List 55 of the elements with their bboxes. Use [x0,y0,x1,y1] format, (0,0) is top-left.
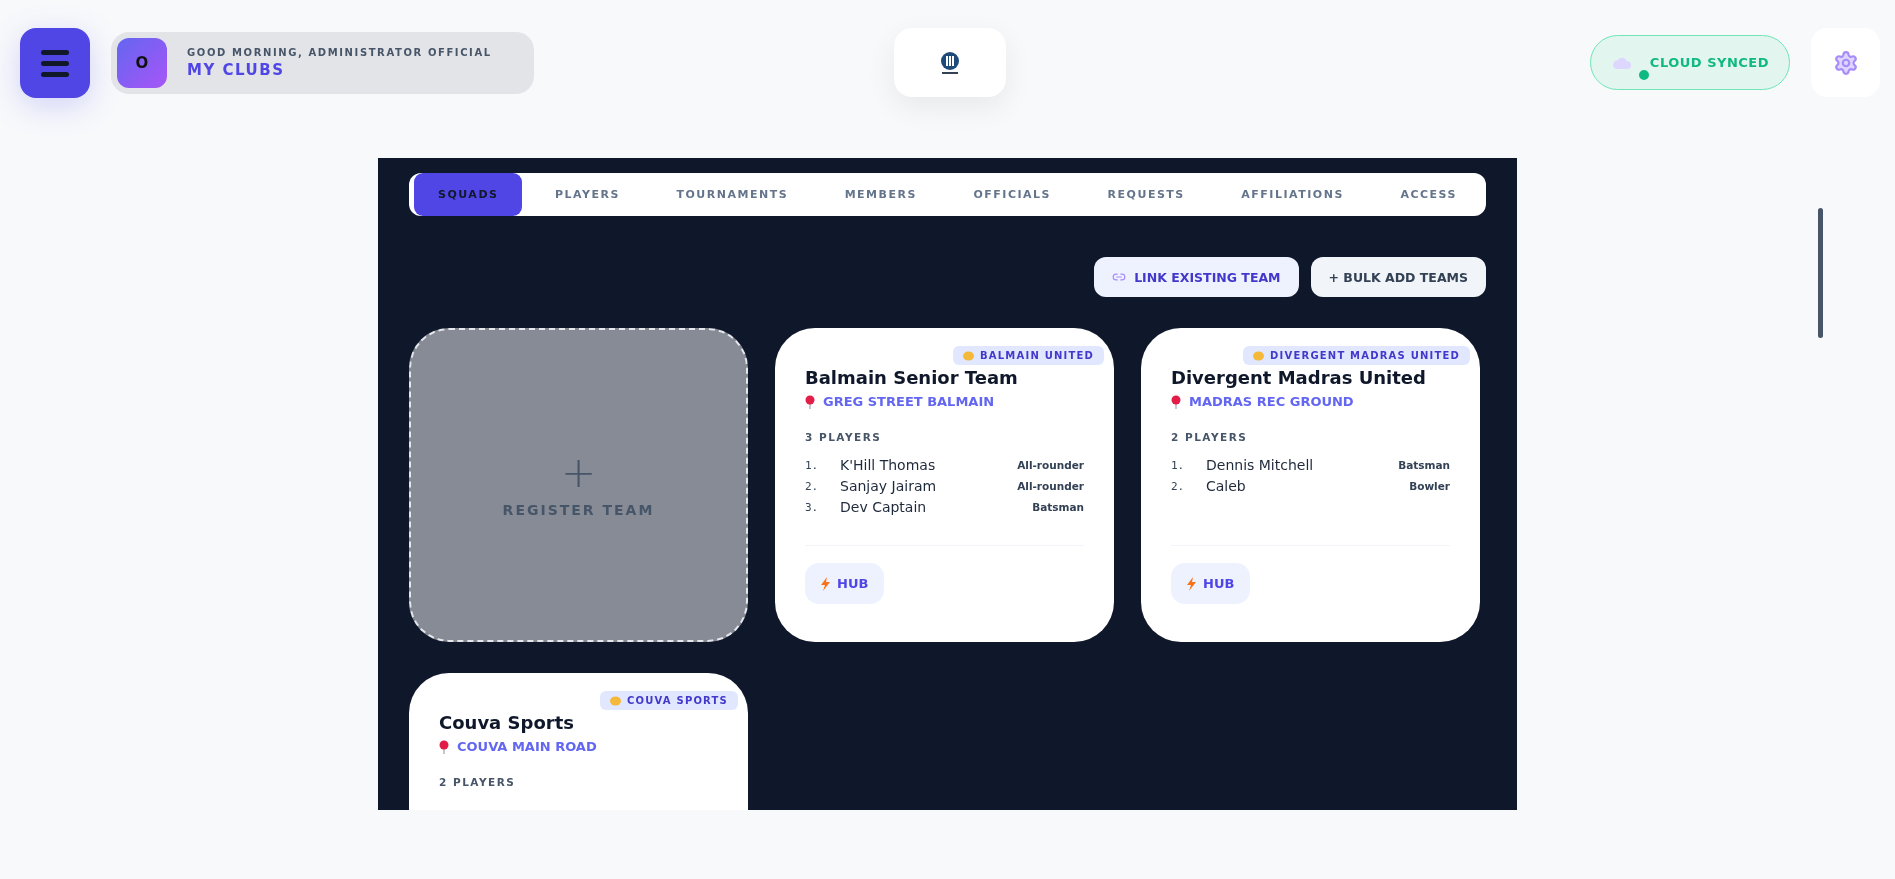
player-role: All-rounder [1017,480,1084,492]
player-count: 2 PLAYERS [1171,431,1249,443]
player-number: 2. [805,479,820,493]
tab[interactable]: MEMBERS [820,173,941,216]
cloud-icon [1613,55,1632,70]
settings-icon [1832,49,1859,76]
team-name: Divergent Madras United [1171,367,1427,388]
player-number: 1. [805,458,820,472]
bulk-add-button[interactable]: + BULK ADD TEAMS [1310,257,1486,297]
team-name: Balmain Senior Team [805,367,1019,388]
tab[interactable]: PLAYERS [531,173,644,216]
player-name: Sanjay Jairam [840,478,938,494]
ground-name: GREG STREET BALMAIN [823,394,995,409]
club-name: DIVERGENT MADRAS UNITED [1270,350,1460,361]
player-role: Batsman [1398,459,1450,471]
tab[interactable]: OFFICIALS [949,173,1076,216]
player-name: K'Hill Thomas [840,457,937,473]
tab[interactable]: SQUADS [414,173,523,216]
player-count: 3 PLAYERS [805,431,883,443]
player-number: 3. [805,500,820,514]
sync-status: CLOUD SYNCED [1590,35,1790,90]
lightning-icon [821,576,830,591]
player-count: 2 PLAYERS [439,776,517,788]
hub-button[interactable]: HUB [1171,563,1251,604]
player-role: Batsman [1032,501,1084,513]
link-team-button[interactable]: LINK EXISTING TEAM [1094,257,1299,297]
pin-icon [439,740,449,754]
ground-name: MADRAS REC GROUND [1189,394,1354,409]
player-name: Dev Captain [840,499,928,515]
scrollbar[interactable] [1818,208,1823,338]
ground-name: COUVA MAIN ROAD [457,739,597,754]
hub-button[interactable]: HUB [805,563,885,604]
link-icon [1112,270,1127,284]
tab[interactable]: ACCESS [1376,173,1481,216]
player-name: Caleb [1206,478,1247,494]
player-number: 2. [1171,479,1186,493]
club-name: BALMAIN UNITED [980,350,1094,361]
pin-icon [805,395,815,409]
logo-icon [939,50,961,75]
player-name: Dennis Mitchell [1206,457,1315,473]
greeting-text: GOOD MORNING, ADMINISTRATOR OFFICIAL [187,47,492,58]
settings-button[interactable] [1811,28,1880,97]
tab[interactable]: REQUESTS [1083,173,1209,216]
team-name: Couva Sports [439,712,575,733]
menu-button[interactable] [20,28,90,98]
player-role: Bowler [1409,480,1450,492]
tab[interactable]: TOURNAMENTS [652,173,813,216]
page-title: MY CLUBS [187,61,286,79]
player-number: 1. [1171,458,1186,472]
lightning-icon [1187,576,1196,591]
tab[interactable]: AFFILIATIONS [1217,173,1368,216]
avatar: O [117,38,167,88]
player-role: All-rounder [1017,459,1084,471]
pin-icon [1171,395,1181,409]
club-name: COUVA SPORTS [627,695,728,706]
